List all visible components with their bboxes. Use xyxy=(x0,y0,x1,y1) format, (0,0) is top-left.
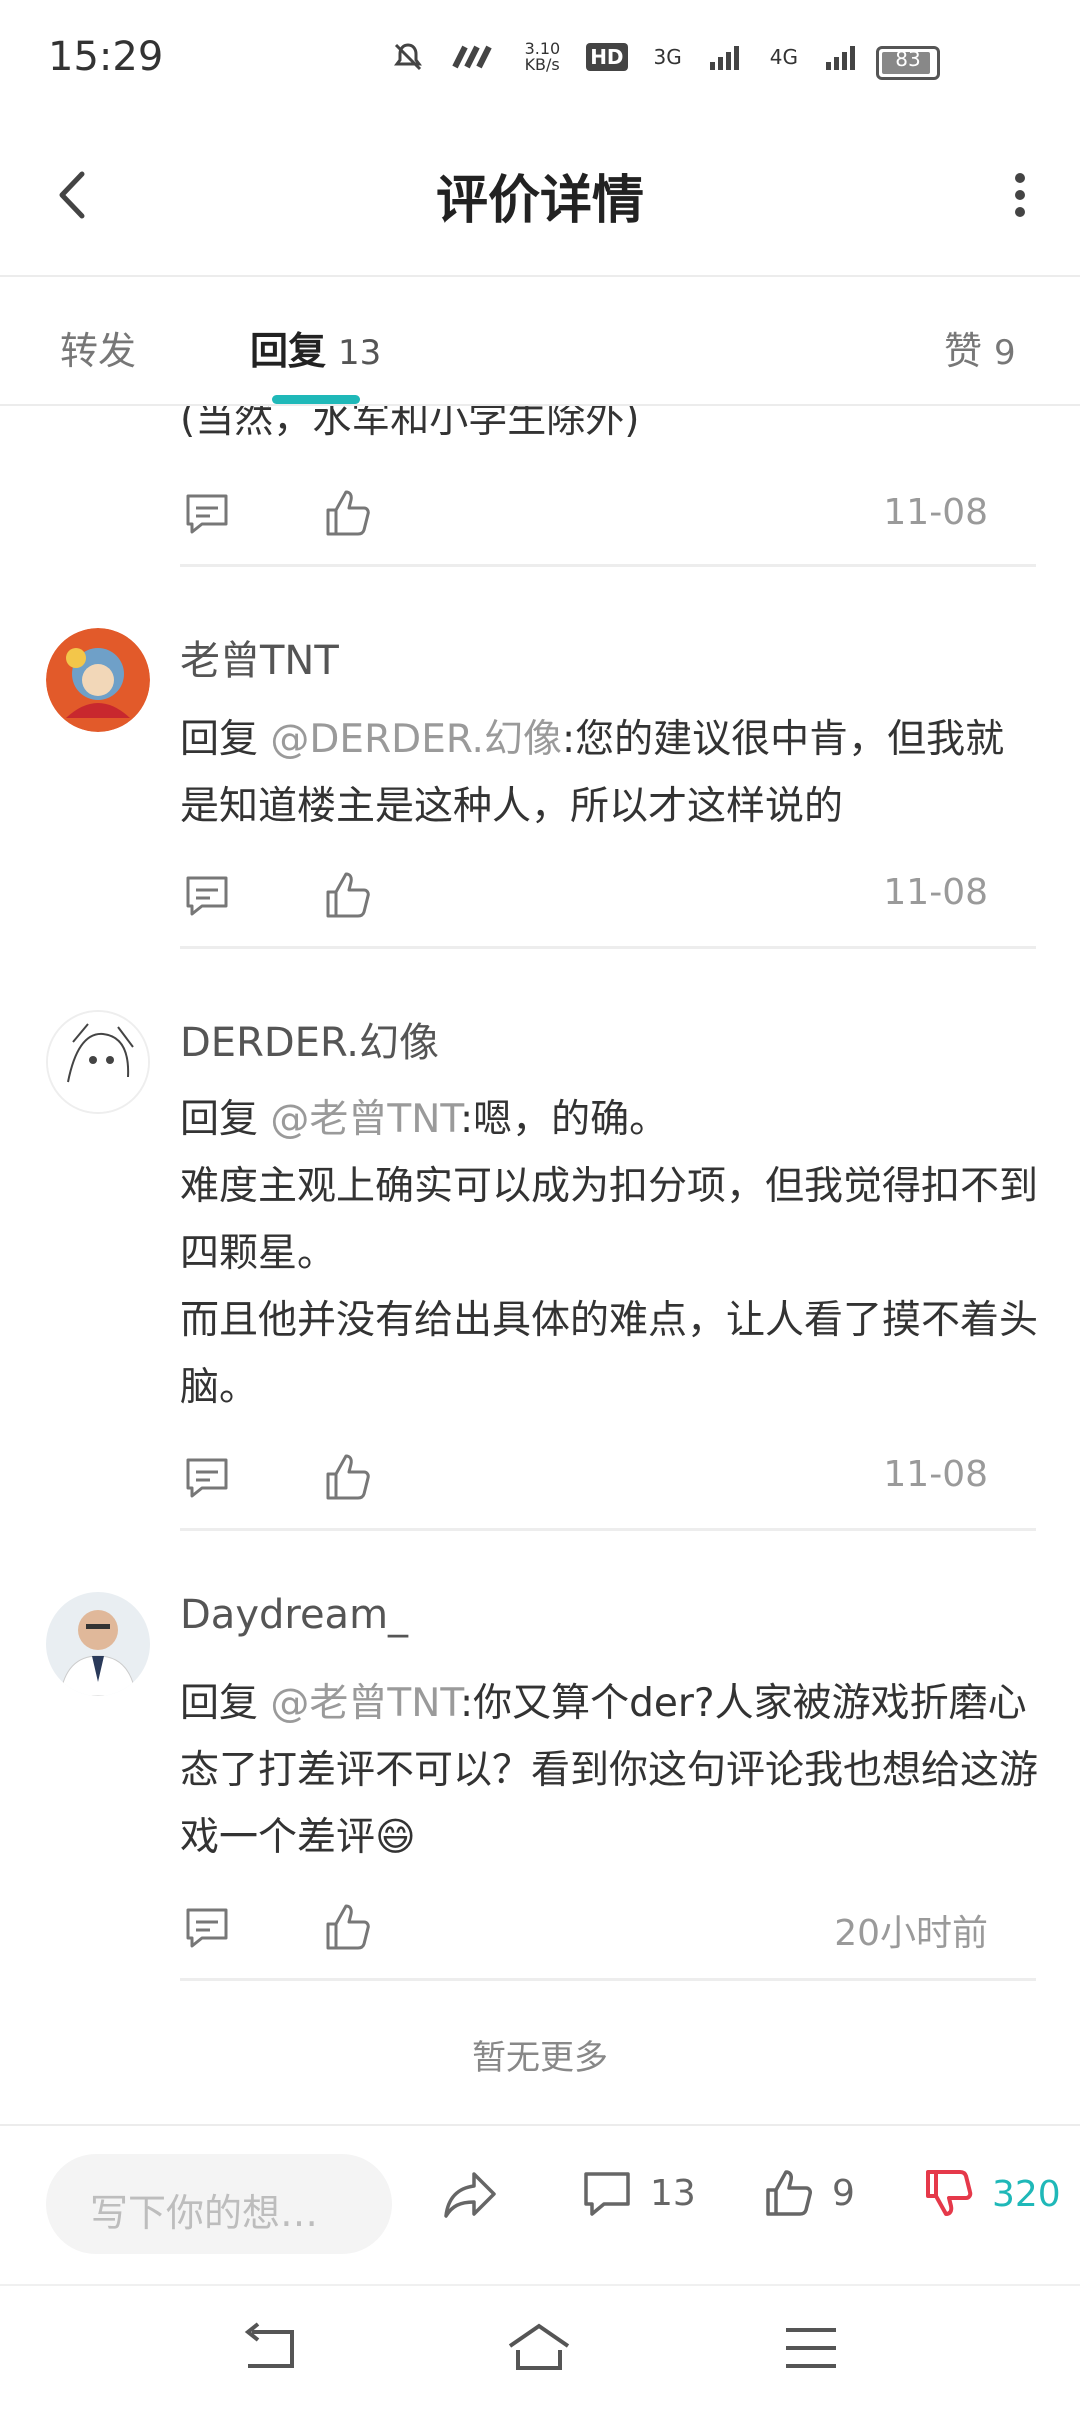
comment-time: 11-08 xyxy=(883,872,988,913)
share-icon xyxy=(444,2172,496,2218)
comment-username[interactable]: 老曾TNT xyxy=(180,628,339,686)
battery-level: 83 xyxy=(895,47,921,71)
thumbs-up-icon[interactable] xyxy=(320,1900,374,1954)
tab-replies[interactable]: 回复 13 xyxy=(250,320,381,375)
silent-icon xyxy=(393,43,422,71)
reply-icon[interactable] xyxy=(180,486,234,540)
thumbs-up-icon[interactable] xyxy=(320,1450,374,1504)
comment-list: (当然，水军和小学生除外) 11-08 老曾TNT 回复 @DERDER.幻像:… xyxy=(0,406,1080,2121)
comment-input[interactable]: 写下你的想… xyxy=(46,2154,392,2254)
reply-prefix: 回复 xyxy=(180,717,271,762)
header: 评价详情 xyxy=(0,120,1080,276)
comment-body: 回复 @老曾TNT:嗯，的确。 难度主观上确实可以成为扣分项，但我觉得扣不到四颗… xyxy=(180,1086,1040,1421)
comment-separator xyxy=(180,946,1036,949)
comment-body: 回复 @DERDER.幻像:您的建议很中肯，但我就是知道楼主是这种人，所以才这样… xyxy=(180,706,1040,840)
tab-likes-count: 9 xyxy=(994,333,1016,373)
comment-separator xyxy=(180,1978,1036,1981)
avatar[interactable] xyxy=(46,1010,150,1114)
net-speed: 3.10 KB/s xyxy=(524,39,561,74)
comment-separator xyxy=(180,1528,1036,1531)
thumbs-up-icon[interactable] xyxy=(320,868,374,922)
battery-icon: 83 xyxy=(876,46,940,80)
tab-active-indicator xyxy=(272,395,360,404)
tab-forward-label: 转发 xyxy=(60,329,137,373)
comment-count: 13 xyxy=(650,2172,696,2214)
mention-link[interactable]: @DERDER.幻像 xyxy=(270,717,562,762)
comment-text: (当然，水军和小学生除外) xyxy=(180,406,640,442)
comment-time: 20小时前 xyxy=(834,1913,988,1954)
status-bar: 15:29 3.10 KB/s HD 3G 4G 83 xyxy=(0,0,1080,120)
comment-input-placeholder: 写下你的想… xyxy=(90,2191,319,2235)
avatar[interactable] xyxy=(46,1592,150,1696)
home-nav-icon[interactable] xyxy=(504,2316,574,2380)
tab-likes[interactable]: 赞9 xyxy=(944,320,1016,375)
comment-body: 回复 @老曾TNT:你又算个der?人家被游戏折磨心态了打差评不可以？看到你这句… xyxy=(180,1670,1040,1871)
reply-icon[interactable] xyxy=(180,1450,234,1504)
thumbs-up-icon[interactable] xyxy=(320,486,374,540)
like-count: 9 xyxy=(832,2172,855,2214)
comment-username[interactable]: DERDER.幻像 xyxy=(180,1010,439,1068)
back-nav-icon[interactable] xyxy=(236,2316,306,2380)
share-button[interactable] xyxy=(440,2166,500,2222)
comment-username[interactable]: Daydream_ xyxy=(180,1592,408,1638)
tab-likes-label: 赞 xyxy=(944,329,983,373)
dislike-count: 320 xyxy=(992,2173,1061,2215)
comment-icon xyxy=(584,2172,630,2216)
reply-icon[interactable] xyxy=(180,868,234,922)
mention-link[interactable]: @老曾TNT xyxy=(270,1681,460,1726)
status-time: 15:29 xyxy=(48,34,164,80)
more-button[interactable] xyxy=(990,160,1050,230)
thumbs-down-icon xyxy=(926,2170,973,2216)
wifi-calling-icon xyxy=(451,45,492,69)
signal-icon xyxy=(709,46,739,70)
more-vertical-icon xyxy=(1015,173,1025,217)
tab-replies-count: 13 xyxy=(338,333,382,373)
signal-3g: 3G xyxy=(653,45,682,69)
comment-text: :嗯，的确。 难度主观上确实可以成为扣分项，但我觉得扣不到四颗星。 而且他并没有… xyxy=(180,1097,1039,1410)
hd-icon: HD xyxy=(586,43,628,71)
menu-nav-icon[interactable] xyxy=(776,2316,846,2380)
tab-replies-label: 回复 xyxy=(250,329,327,373)
system-nav-bar xyxy=(0,2284,1080,2410)
tabs: 转发 回复 13 赞9 xyxy=(0,278,1080,404)
comment-time: 11-08 xyxy=(883,492,988,533)
comment-count-button[interactable]: 13 xyxy=(580,2166,696,2220)
signal-icon-2 xyxy=(826,46,855,70)
avatar[interactable] xyxy=(46,628,150,732)
page-title: 评价详情 xyxy=(435,171,644,231)
mention-link[interactable]: @老曾TNT xyxy=(270,1097,460,1142)
bottom-action-bar: 写下你的想… 13 9 320 xyxy=(0,2124,1080,2286)
reply-prefix: 回复 xyxy=(180,1097,271,1142)
thumbs-up-icon xyxy=(766,2170,812,2216)
like-button[interactable]: 9 xyxy=(762,2166,855,2220)
signal-4g: 4G xyxy=(769,45,798,69)
dislike-button[interactable]: 320 xyxy=(922,2166,1061,2222)
no-more-label: 暂无更多 xyxy=(472,2038,608,2078)
reply-icon[interactable] xyxy=(180,1900,234,1954)
comment-time: 11-08 xyxy=(883,1454,988,1495)
reply-prefix: 回复 xyxy=(180,1681,271,1726)
comment-separator xyxy=(180,564,1036,567)
status-icons: 3.10 KB/s HD 3G 4G xyxy=(391,40,860,74)
tab-forward[interactable]: 转发 xyxy=(60,320,136,375)
header-divider xyxy=(0,275,1080,277)
